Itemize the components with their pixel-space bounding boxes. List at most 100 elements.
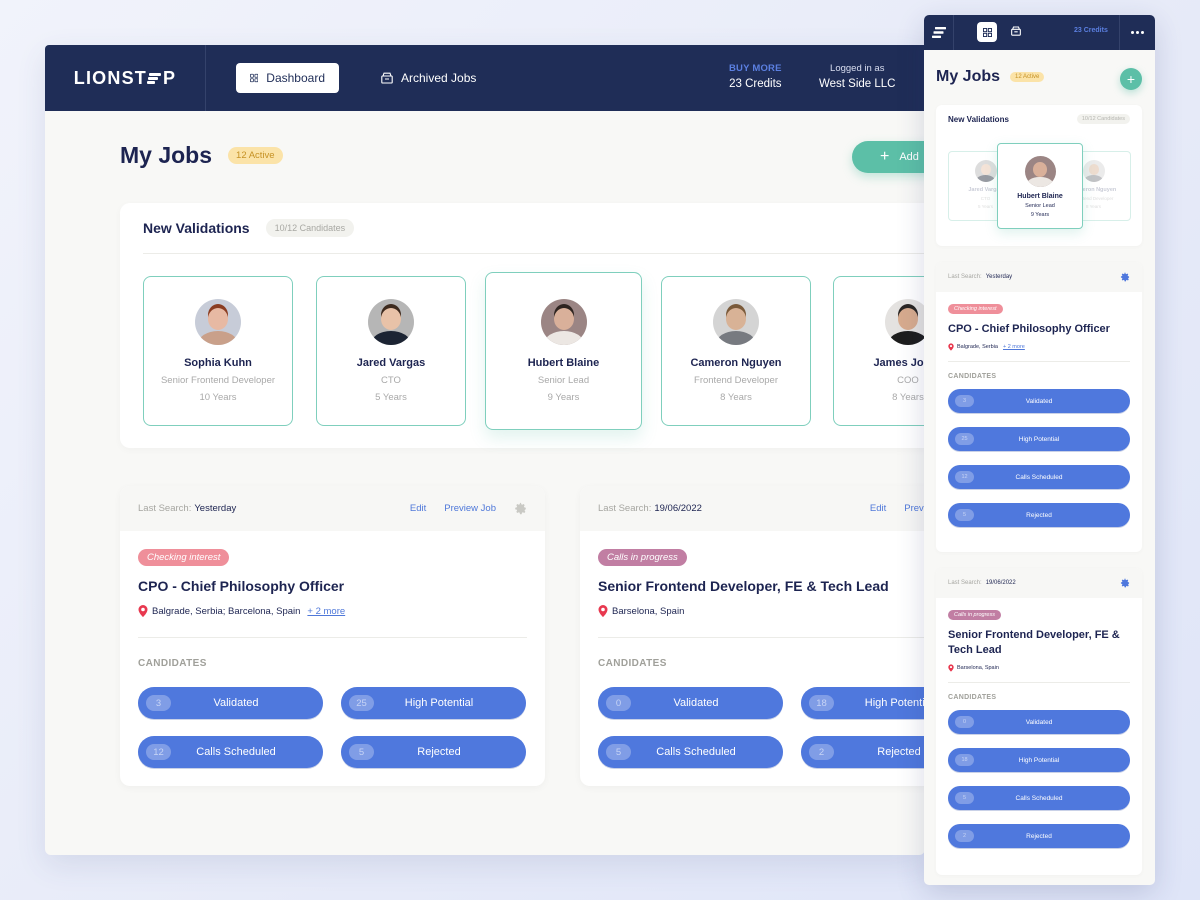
location-pin-icon [598, 605, 608, 617]
candidate-stat-high-potential[interactable]: 18 High Potential [948, 748, 1130, 772]
job-title[interactable]: CPO - Chief Philosophy Officer [948, 322, 1130, 337]
candidate-stat-validated[interactable]: 0 Validated [598, 687, 783, 719]
desktop-app: LIONST P Dashboard Archived Jobs BUY MORE… [45, 45, 925, 855]
candidate-stat-rejected[interactable]: 5 Rejected [341, 736, 526, 768]
candidate-years: 9 Years [1030, 212, 1050, 218]
candidate-stat-rejected[interactable]: 2 Rejected [948, 824, 1130, 848]
stat-label: Rejected [877, 746, 921, 758]
nav-dashboard[interactable]: Dashboard [236, 63, 339, 93]
divider [143, 253, 925, 254]
stat-label: High Potential [864, 697, 925, 709]
active-jobs-badge: 12 Active [228, 147, 283, 164]
mobile-add-job-button[interactable]: + [1120, 68, 1142, 90]
last-search: Last Search: [948, 580, 982, 586]
more-locations-link[interactable]: + 2 more [1003, 344, 1025, 350]
gear-icon[interactable] [1120, 578, 1130, 588]
archive-box-icon[interactable] [1011, 26, 1021, 36]
mobile-job-card: Last Search: Yesterday Checking interest CP… [936, 262, 1142, 552]
stat-label: High Potential [1018, 435, 1060, 443]
candidate-stat-calls-scheduled[interactable]: 12 Calls Scheduled [138, 736, 323, 768]
add-job-button[interactable]: + Add [852, 141, 925, 173]
avatar [368, 299, 414, 345]
preview-job-link[interactable]: Preview Job [444, 503, 496, 514]
mobile-job-header: Last Search: 19/06/2022 [936, 568, 1142, 598]
edit-job-link[interactable]: Edit [410, 503, 426, 514]
candidate-experience: 5 Years [375, 392, 407, 403]
job-title[interactable]: CPO - Chief Philosophy Officer [138, 578, 344, 594]
credits-amount: 23 Credits [729, 78, 782, 90]
candidate-experience: 8 Years [720, 392, 752, 403]
dot [1136, 31, 1139, 34]
job-card: Last Search:19/06/2022 Edit Preview Job Cal… [580, 486, 925, 786]
candidate-stat-calls-scheduled[interactable]: 5 Calls Scheduled [948, 786, 1130, 810]
gear-icon[interactable] [514, 502, 527, 515]
stat-count: 3 [146, 695, 171, 711]
stat-count: 2 [809, 744, 834, 760]
candidate-stat-rejected[interactable]: 2 Rejected [801, 736, 925, 768]
candidates-label: CANDIDATES [948, 373, 997, 380]
more-locations-link[interactable]: + 2 more [307, 606, 345, 617]
job-title[interactable]: Senior Frontend Developer, FE & Tech Lea… [598, 578, 889, 594]
stat-count: 5 [955, 792, 974, 804]
last-search-value: 19/06/2022 [985, 580, 1016, 586]
account-block[interactable]: Logged in as West Side LLC [819, 63, 896, 90]
validations-count-badge: 10/12 Candidates [265, 219, 355, 237]
avatar [1024, 156, 1056, 187]
mobile-candidate-card-focused[interactable]: Hubert Blaine Senior Lead 9 Years [997, 143, 1083, 229]
candidate-stat-high-potential[interactable]: 25 High Potential [341, 687, 526, 719]
candidate-stat-calls-scheduled[interactable]: 5 Calls Scheduled [598, 736, 783, 768]
candidate-name: Hubert Blaine [527, 357, 600, 369]
stat-count: 18 [955, 754, 974, 766]
stat-count: 5 [606, 744, 631, 760]
edit-job-link[interactable]: Edit [870, 503, 886, 514]
stat-count: 18 [809, 695, 834, 711]
buy-more-link[interactable]: BUY MORE [729, 63, 782, 74]
location-pin-icon [948, 343, 954, 351]
main-nav: Dashboard Archived Jobs [236, 63, 490, 93]
location-text: Barselona, Spain [957, 665, 999, 671]
archive-box-icon [381, 72, 393, 84]
candidate-role: Senior Lead [1025, 203, 1055, 209]
candidate-card[interactable]: Hubert Blaine Senior Lead 9 Years [485, 272, 642, 430]
lionstep-logo[interactable]: LIONST P [45, 45, 206, 111]
candidate-stat-validated[interactable]: 0 Validated [948, 710, 1130, 734]
preview-job-link[interactable]: Preview Job [904, 503, 925, 514]
nav-archived-jobs[interactable]: Archived Jobs [367, 63, 490, 93]
stat-count: 2 [955, 830, 974, 842]
candidate-stats: 3 Validated 25 High Potential 12 Calls Schedu… [948, 389, 1130, 527]
stat-label: High Potential [404, 697, 474, 709]
candidate-stat-high-potential[interactable]: 18 High Potential [801, 687, 925, 719]
gear-icon[interactable] [1120, 272, 1130, 282]
candidate-stat-calls-scheduled[interactable]: 12 Calls Scheduled [948, 465, 1130, 489]
job-status-tag: Calls in progress [948, 610, 1001, 620]
divider [138, 637, 527, 638]
candidate-stat-validated[interactable]: 3 Validated [948, 389, 1130, 413]
stat-label: Rejected [1026, 832, 1052, 840]
candidate-experience: 8 Years [892, 392, 924, 403]
location-text: Barselona, Spain [612, 605, 685, 617]
stat-count: 5 [349, 744, 374, 760]
candidate-stat-validated[interactable]: 3 Validated [138, 687, 323, 719]
stat-label: Rejected [1026, 511, 1052, 519]
mobile-nav-dashboard[interactable] [977, 22, 997, 42]
candidate-card[interactable]: Jared Vargas CTO 5 Years [316, 276, 466, 426]
candidate-card[interactable]: Sophia Kuhn Senior Frontend Developer 10 Y… [143, 276, 293, 426]
mobile-validations-count: 10/12 Candidates [1076, 114, 1130, 124]
job-status-tag: Calls in progress [598, 549, 687, 566]
stat-label: Calls Scheduled [1015, 794, 1063, 802]
candidate-stat-high-potential[interactable]: 25 High Potential [948, 427, 1130, 451]
stat-count: 12 [146, 744, 171, 760]
more-menu-button[interactable] [1119, 15, 1155, 50]
location-text: Balgrade, Serbia; Barcelona, Spain [152, 605, 301, 617]
candidate-card[interactable]: James Jones COO 8 Years [833, 276, 925, 426]
candidate-role: Frontend Developer [694, 375, 778, 386]
mobile-credits[interactable]: 23 Credits [1074, 27, 1108, 34]
candidate-card[interactable]: Cameron Nguyen Frontend Developer 8 Years [661, 276, 811, 426]
logo-text: LIONST [73, 67, 147, 88]
mobile-logo-icon[interactable] [924, 15, 954, 50]
job-title[interactable]: Senior Frontend Developer, FE & Tech Lea… [948, 628, 1130, 658]
job-location: Barselona, Spain [948, 664, 1130, 672]
candidate-stat-rejected[interactable]: 5 Rejected [948, 503, 1130, 527]
job-location: Balgrade, Serbia + 2 more [948, 343, 1130, 351]
candidate-name: Hubert Blaine [1017, 193, 1063, 200]
